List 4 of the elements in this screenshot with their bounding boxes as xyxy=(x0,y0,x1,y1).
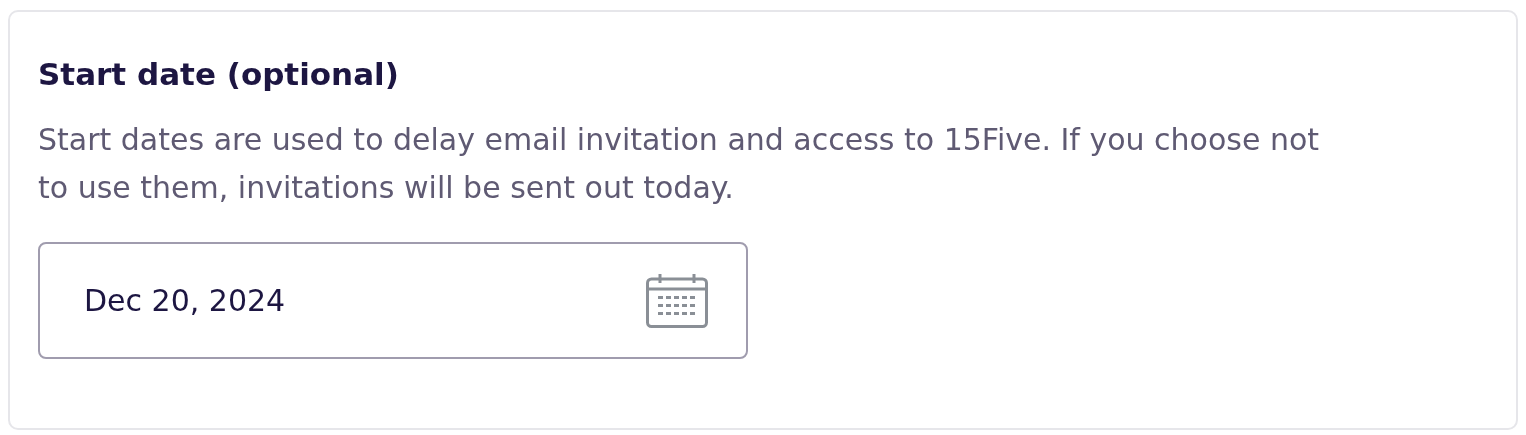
calendar-icon[interactable] xyxy=(646,273,708,328)
date-field[interactable]: Dec 20, 2024 xyxy=(38,242,748,359)
section-title: Start date (optional) xyxy=(38,55,400,94)
description: Start dates are used to delay email invitation and access to 15Five. If you choose not to use them, invitations will be sent out today. xyxy=(38,121,1321,207)
